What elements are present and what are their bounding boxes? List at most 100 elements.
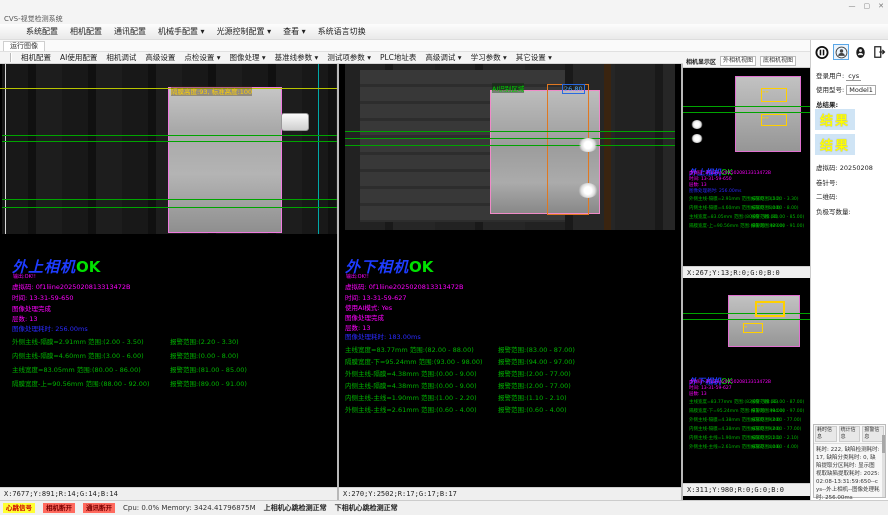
toolbar-item[interactable]: 其它设置 ▾ — [516, 52, 552, 63]
maximize-icon[interactable]: ▢ — [864, 2, 871, 10]
measurement-row: 内侧主线-隔膜=4.38mm 范围:(0.00 - 9.00)报警范围:(2.0… — [345, 380, 675, 392]
operator-icon — [854, 46, 867, 59]
toolbar-item[interactable]: 高级设置 — [145, 52, 175, 63]
lower-camera-heartbeat-status: 下相机心跳检测正常 — [335, 503, 398, 513]
menu-item[interactable]: 光源控制配置 ▾ — [217, 26, 272, 37]
menu-item[interactable]: 系统语言切换 — [318, 26, 366, 37]
mini2-layers: 层数: 13 — [689, 391, 707, 397]
mid-process-done: 图像处理完成 — [345, 312, 384, 322]
tab-strip — [0, 40, 888, 51]
tab-run-image[interactable]: 运行图像 — [3, 41, 45, 51]
measurement-row: 主线宽度=83.05mm 范围:(80.00 - 86.00)报警范围:(81.… — [12, 364, 332, 378]
toolbar-item[interactable]: 点检设置 ▾ — [184, 52, 220, 63]
mini1-defect-box: ≡≡ — [761, 114, 787, 126]
toolbar-grip-icon[interactable] — [10, 53, 12, 62]
menu-item[interactable]: 系统配置 — [26, 26, 58, 37]
heartbeat-badge[interactable]: 心跳信号 — [3, 503, 35, 513]
toolbar-item[interactable]: 相机配置 — [21, 52, 51, 63]
model-field: 使用型号: Model1 — [816, 84, 876, 94]
left-product-region — [168, 87, 282, 233]
model-label: 使用型号: — [816, 86, 844, 94]
toolbar-item[interactable]: 学习参数 ▾ — [471, 52, 507, 63]
left-barcode: 虚拟码: 0f1liine2025020813313472B — [12, 281, 130, 291]
mid-sub-label: 输出:OK!! — [346, 273, 369, 280]
info-tab[interactable]: 统计信息 — [839, 426, 861, 442]
close-icon[interactable]: ✕ — [878, 2, 884, 10]
operator-button[interactable] — [852, 44, 868, 60]
virtual-code-field: 虚拟码: 20250208 — [816, 162, 873, 172]
measurement-row: 隔膜宽度-上=90.56mm 范围:(88.00 - 92.00)报警范围:(8… — [12, 378, 332, 392]
mini1-pixel-status: X:267;Y:13;R:0;G:0;B:0 — [683, 266, 810, 278]
left-sub-label: 输出:OK!! — [13, 273, 36, 280]
left-overlay-label: 隔膜高度:93, 标准高度:100 — [171, 86, 252, 96]
mid-time: 时间: 13-31-59-627 — [345, 292, 407, 302]
info-log[interactable]: 耗时: 222, 缺陷检测耗时: 17, 缺陷分类耗时: 0, 缺陷提取分区耗时… — [814, 444, 885, 504]
info-tab[interactable]: 耗时信息 — [815, 426, 837, 442]
menu-item[interactable]: 查看 ▾ — [283, 26, 306, 37]
pause-button[interactable] — [814, 44, 830, 60]
mini2-measurements: 主线宽度=83.77mm 范围:(82.00 - 88.00)报警范围:(83.… — [689, 399, 807, 453]
measurement-row: 主线宽度=83.77mm 范围:(82.00 - 88.00)报警范围:(83.… — [689, 399, 807, 408]
measurement-row: 外侧主线-主线=2.61mm 范围:(0.60 - 4.00)报警范围:(0.6… — [345, 404, 675, 416]
menu-bar: 系统配置 相机配置 通讯配置 机械手配置 ▾ 光源控制配置 ▾ 查看 ▾ 系统语言切换 — [0, 24, 888, 40]
pin-number-label: 卷针号: — [816, 177, 838, 187]
mid-result-ok: OK — [409, 258, 433, 276]
left-measurements: 外侧主线-隔膜=2.91mm 范围:(2.00 - 3.50)报警范围:(2.2… — [12, 336, 332, 392]
comm-disconnect-badge[interactable]: 通讯断开 — [83, 503, 115, 513]
measurement-row: 隔膜宽度-下=95.24mm 范围:(93.00 - 98.00)报警范围:(9… — [345, 356, 675, 368]
info-box[interactable]: 耗时信息统计信息报警信息 耗时: 222, 缺陷检测耗时: 17, 缺陷分类耗时… — [813, 424, 886, 498]
exit-door-icon — [872, 45, 886, 59]
mini-tab-outer-camera[interactable]: 外相机视图 — [720, 56, 756, 66]
measurement-row: 内侧主线-主线=1.90mm 范围:(1.00 - 2.20)报警范围:(1.1… — [345, 392, 675, 404]
exit-button[interactable] — [871, 44, 887, 60]
login-user-button[interactable] — [833, 44, 849, 60]
mid-band — [604, 64, 611, 230]
mid-pixel-status: X:270;Y:2502;R:17;G:17;B:17 — [339, 487, 681, 500]
toolbar-item[interactable]: AI使用配置 — [60, 52, 97, 63]
toolbar-item[interactable]: 相机调试 — [106, 52, 136, 63]
mid-flare — [578, 183, 598, 198]
mid-measurements: 主线宽度=83.77mm 范围:(82.00 - 88.00)报警范围:(83.… — [345, 344, 675, 416]
toolbar-item[interactable]: 图像处理 ▾ — [230, 52, 266, 63]
left-connector-part — [281, 113, 309, 131]
left-pixel-status: X:7677;Y:891;R:14;G:14;B:14 — [0, 487, 337, 500]
result-box-1: 结果 — [815, 109, 855, 130]
menu-item[interactable]: 通讯配置 — [114, 26, 146, 37]
toolbar-item[interactable]: 测试项参数 ▾ — [327, 52, 371, 63]
toolbar-item[interactable]: 高级调试 ▾ — [425, 52, 461, 63]
menu-item[interactable]: 相机配置 — [70, 26, 102, 37]
login-user-field: 登录用户: cys — [816, 70, 861, 80]
title-bar: — ▢ ✕ — [0, 0, 888, 24]
measurement-row: 外侧主线-隔膜=4.38mm 范围:(0.00 - 9.00)报警范围:(2.0… — [689, 417, 807, 426]
left-baseline-overlay — [0, 88, 337, 89]
qr-code-label: 二维码: — [816, 191, 838, 201]
measurement-row: 外侧主线-隔膜=4.38mm 范围:(0.00 - 9.00)报警范围:(2.0… — [345, 368, 675, 380]
measurement-row: 外侧主线-隔膜=2.91mm 范围:(2.00 - 3.50)报警范围:(2.2… — [12, 336, 332, 350]
measurement-row: 隔膜宽度-下=95.24mm 范围:(93.00 - 98.00)报警范围:(9… — [689, 408, 807, 417]
mini1-defect-box: ≡≡ — [761, 88, 787, 102]
model-select[interactable]: Model1 — [846, 85, 876, 95]
info-scrollbar[interactable] — [882, 435, 885, 497]
measurement-row: 内侧主线-主线=1.90mm 范围:(1.00 - 2.20)报警范围:(1.1… — [689, 435, 807, 444]
info-tab[interactable]: 报警信息 — [862, 426, 884, 442]
mid-ai-overlay-label: AI识别区域 — [492, 83, 524, 93]
total-result-label: 总结果: — [816, 99, 838, 109]
menu-item[interactable]: 机械手配置 ▾ — [158, 26, 205, 37]
virtual-code-value: 20250208 — [840, 164, 873, 172]
measurement-row: 内侧主线-隔膜=4.38mm 范围:(0.00 - 9.00)报警范围:(2.0… — [689, 426, 807, 435]
minimize-icon[interactable]: — — [849, 2, 856, 10]
status-bar: 心跳信号 相机断开 通讯断开 Cpu: 0.0% Memory: 3424.41… — [0, 500, 888, 515]
mini-view-1[interactable]: ≡≡ ≡≡ 外上相机OK 虚拟码: 0f1liine20250208133134… — [683, 68, 810, 266]
toolbar-item[interactable]: PLC地址表 — [380, 52, 416, 63]
mid-process-time: 图像处理耗时: 183.00ms — [345, 331, 421, 341]
mini-view-2[interactable]: ≡≡ ≡ 外下相机OK 虚拟码: 0f1liine202502081331347… — [683, 283, 810, 479]
login-user-label: 登录用户: — [816, 72, 844, 80]
upper-camera-heartbeat-status: 上相机心跳检测正常 — [264, 503, 327, 513]
mini1-measurements: 外侧主线-隔膜=2.91mm 范围:(2.00 - 3.50)报警范围:(2.2… — [689, 196, 807, 232]
mini-tab-bottom-camera[interactable]: 底相机视图 — [760, 56, 796, 66]
toolbar-item[interactable]: 基准线参数 ▾ — [275, 52, 319, 63]
mid-ai-mode: 使用AI模式: Yes — [345, 302, 392, 312]
mini-views-header: 相机显示区 外相机视图 底相机视图 — [683, 55, 810, 68]
measurement-row: 隔膜宽度-上=90.56mm 范围:(88.00 - 92.00)报警范围:(8… — [689, 223, 807, 232]
camera-disconnect-badge[interactable]: 相机断开 — [43, 503, 75, 513]
